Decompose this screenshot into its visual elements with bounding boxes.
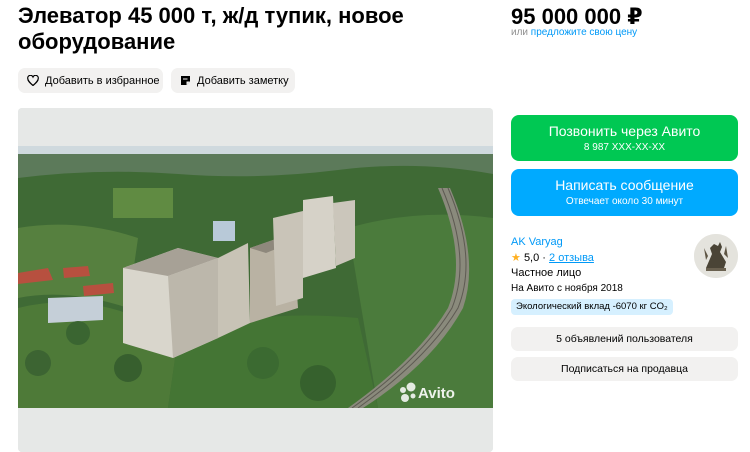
avito-watermark: Avito — [418, 385, 455, 402]
eco-contribution-badge[interactable]: Экологический вклад -6070 кг CO₂ — [511, 299, 673, 315]
add-to-favorites-button[interactable]: Добавить в избранное — [18, 68, 163, 93]
star-icon: ★ — [511, 252, 521, 264]
add-to-favorites-label: Добавить в избранное — [45, 74, 160, 87]
message-response-time: Отвечает около 30 минут — [565, 196, 684, 207]
call-button-label: Позвонить через Авито — [548, 123, 701, 139]
offer-price-link[interactable]: предложите свою цену — [531, 27, 637, 38]
message-button-label: Написать сообщение — [555, 177, 694, 193]
note-icon — [180, 75, 191, 86]
listing-photo[interactable]: Avito — [18, 108, 493, 452]
price-offer-prefix: или — [511, 27, 529, 38]
seller-rating: ★ 5,0 · 2 отзыва — [511, 251, 594, 264]
call-phone: 8 987 XXX-XX-XX — [583, 142, 666, 153]
seller-avatar[interactable] — [694, 234, 738, 278]
seller-name-link[interactable]: AK Varyag — [511, 236, 563, 248]
reviews-link[interactable]: 2 отзыва — [549, 252, 594, 264]
listing-title: Элеватор 45 000 т, ж/д тупик, новое обор… — [18, 3, 404, 54]
heart-icon — [27, 75, 39, 86]
add-note-label: Добавить заметку — [197, 74, 289, 87]
photo-gallery[interactable]: Avito — [18, 108, 493, 452]
rating-separator: · — [542, 252, 546, 264]
price-offer-line: или предложите свою цену — [511, 27, 637, 38]
seller-type: Частное лицо — [511, 267, 582, 279]
seller-since: На Авито с ноября 2018 — [511, 283, 623, 294]
message-button[interactable]: Написать сообщение Отвечает около 30 мин… — [511, 169, 738, 216]
rating-value: 5,0 — [523, 252, 540, 264]
add-note-button[interactable]: Добавить заметку — [171, 68, 295, 93]
seller-ads-button[interactable]: 5 объявлений пользователя — [511, 327, 738, 351]
call-button[interactable]: Позвонить через Авито 8 987 XXX-XX-XX — [511, 115, 738, 161]
subscribe-seller-button[interactable]: Подписаться на продавца — [511, 357, 738, 381]
